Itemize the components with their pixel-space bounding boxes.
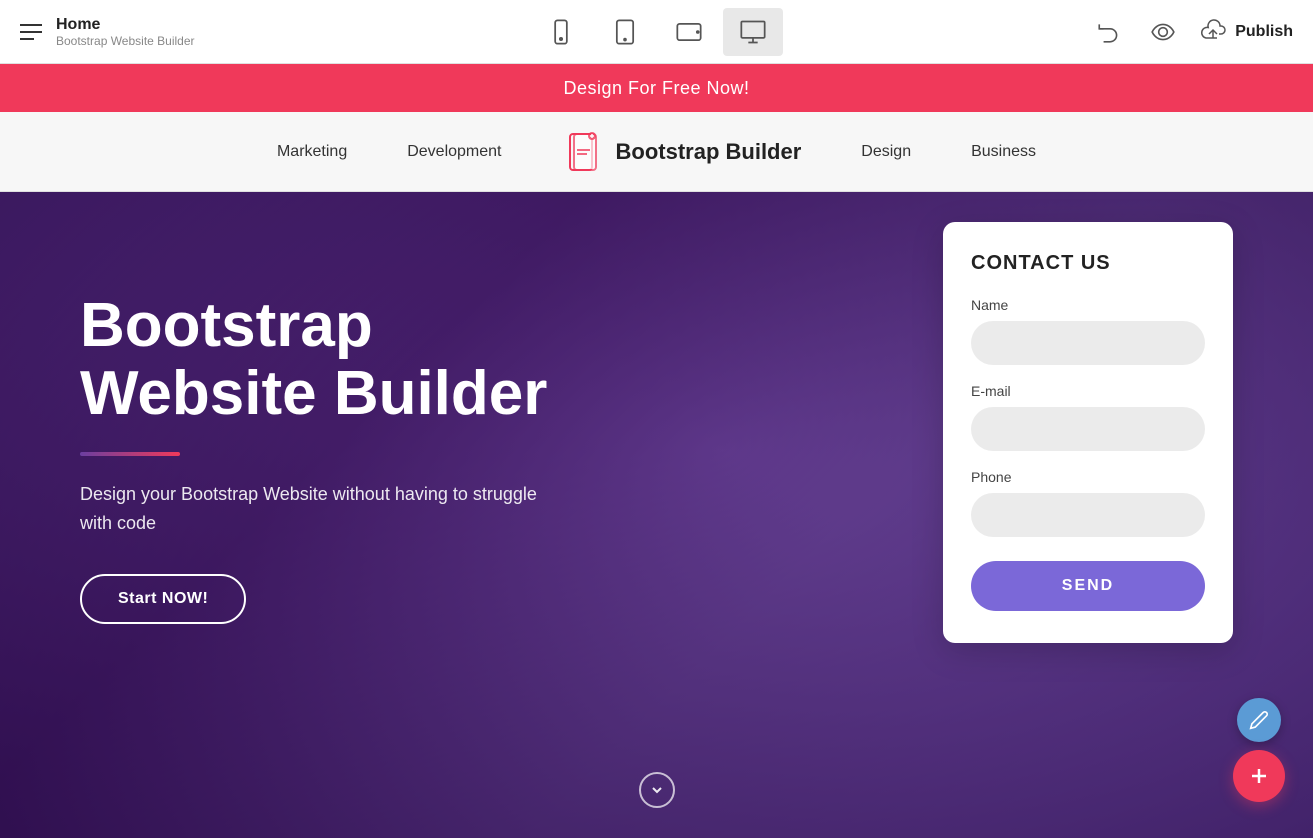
hero-title-line1: Bootstrap	[80, 291, 373, 360]
hero-title: Bootstrap Website Builder	[80, 292, 547, 428]
scroll-down-button[interactable]	[639, 772, 675, 808]
nav-item-development[interactable]: Development	[407, 143, 501, 161]
cloud-upload-icon	[1199, 18, 1227, 45]
start-now-button[interactable]: Start NOW!	[80, 574, 246, 624]
name-field-group: Name	[971, 297, 1205, 365]
logo-icon	[562, 130, 606, 174]
hero-content: Bootstrap Website Builder Design your Bo…	[0, 192, 1313, 838]
phone-input[interactable]	[971, 493, 1205, 537]
hero-text: Bootstrap Website Builder Design your Bo…	[80, 292, 547, 624]
hero-subtitle: Design your Bootstrap Website without ha…	[80, 480, 540, 538]
undo-icon[interactable]	[1091, 14, 1127, 50]
tablet-landscape-view-button[interactable]	[659, 8, 719, 56]
menu-icon[interactable]	[20, 24, 42, 40]
phone-field-group: Phone	[971, 469, 1205, 537]
send-button[interactable]: SEND	[971, 561, 1205, 611]
home-title: Home	[56, 16, 195, 34]
home-info: Home Bootstrap Website Builder	[56, 16, 195, 48]
top-bar-right: Publish	[1091, 14, 1293, 50]
home-subtitle: Bootstrap Website Builder	[56, 34, 195, 48]
promo-bar[interactable]: Design For Free Now!	[0, 64, 1313, 112]
desktop-view-button[interactable]	[723, 8, 783, 56]
contact-title: CONTACT US	[971, 252, 1205, 275]
phone-label: Phone	[971, 469, 1205, 485]
nav-item-design[interactable]: Design	[861, 143, 911, 161]
nav-bar: Marketing Development Bootstrap Builder …	[0, 112, 1313, 192]
publish-button[interactable]: Publish	[1199, 18, 1293, 45]
mobile-view-button[interactable]	[531, 8, 591, 56]
publish-label: Publish	[1235, 23, 1293, 41]
nav-item-business[interactable]: Business	[971, 143, 1036, 161]
hero-section: Bootstrap Website Builder Design your Bo…	[0, 192, 1313, 838]
logo-text: Bootstrap Builder	[616, 139, 802, 165]
name-label: Name	[971, 297, 1205, 313]
contact-card: CONTACT US Name E-mail Phone SEND	[943, 222, 1233, 643]
add-fab-button[interactable]	[1233, 750, 1285, 802]
tablet-view-button[interactable]	[595, 8, 655, 56]
nav-logo[interactable]: Bootstrap Builder	[562, 130, 802, 174]
top-bar: Home Bootstrap Website Builder	[0, 0, 1313, 64]
email-input[interactable]	[971, 407, 1205, 451]
name-input[interactable]	[971, 321, 1205, 365]
nav-item-marketing[interactable]: Marketing	[277, 143, 347, 161]
email-field-group: E-mail	[971, 383, 1205, 451]
promo-text: Design For Free Now!	[563, 78, 749, 99]
hero-divider	[80, 452, 180, 456]
preview-icon[interactable]	[1145, 14, 1181, 50]
top-bar-left: Home Bootstrap Website Builder	[20, 16, 195, 48]
device-icons	[531, 8, 783, 56]
edit-fab-button[interactable]	[1237, 698, 1281, 742]
hero-title-line2: Website Builder	[80, 359, 547, 428]
email-label: E-mail	[971, 383, 1205, 399]
